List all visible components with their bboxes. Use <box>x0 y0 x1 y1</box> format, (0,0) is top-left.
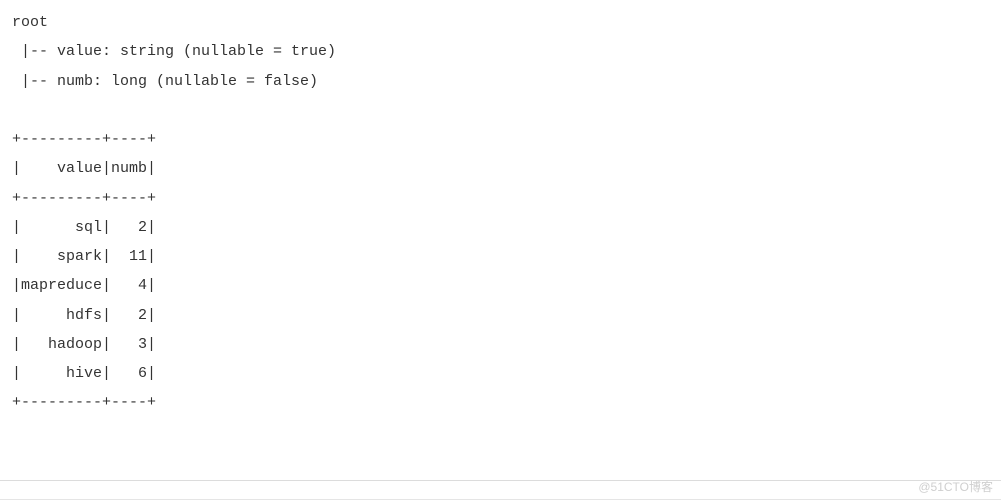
table-row: | hdfs| 2| <box>12 307 156 324</box>
table-row: |mapreduce| 4| <box>12 277 156 294</box>
schema-field-line: |-- numb: long (nullable = false) <box>12 73 318 90</box>
code-output-block: root |-- value: string (nullable = true)… <box>0 0 1001 500</box>
table-row: | sql| 2| <box>12 219 156 236</box>
output-pre: root |-- value: string (nullable = true)… <box>12 8 989 418</box>
table-header: | value|numb| <box>12 160 156 177</box>
schema-root: root <box>12 14 48 31</box>
table-border: +---------+----+ <box>12 190 156 207</box>
table-row: | hadoop| 3| <box>12 336 156 353</box>
table-border: +---------+----+ <box>12 394 156 411</box>
schema-field-line: |-- value: string (nullable = true) <box>12 43 336 60</box>
watermark: @51CTO博客 <box>918 478 993 495</box>
table-row: | spark| 11| <box>12 248 156 265</box>
table-row: | hive| 6| <box>12 365 156 382</box>
table-border: +---------+----+ <box>12 131 156 148</box>
divider <box>0 480 1001 481</box>
